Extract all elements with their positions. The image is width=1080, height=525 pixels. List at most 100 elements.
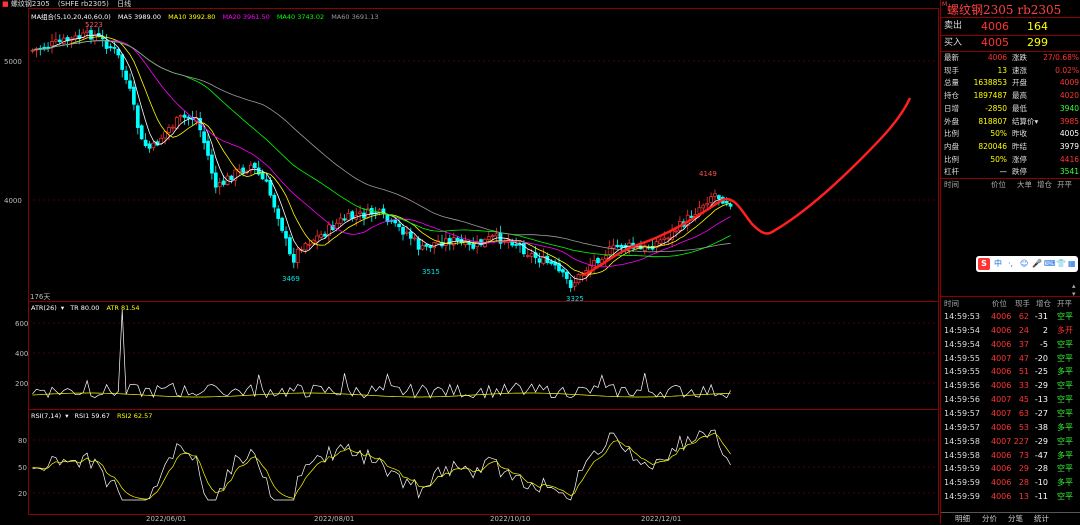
- ime-mic-icon[interactable]: 🎤: [1032, 256, 1042, 272]
- quote-panel: 螺纹钢2305 rb2305 M 卖出 4006 164 买入 4005 299…: [940, 0, 1080, 524]
- quote-stat-label: 总量: [944, 78, 959, 88]
- ts-time: 14:59:56: [944, 395, 980, 405]
- y-label-4000: 4000: [4, 197, 22, 205]
- ts-header-oi: 增仓: [1036, 299, 1051, 308]
- kline-chart-area[interactable]: 5000 4000 600 400 200 80 50 20 5223 3469…: [0, 0, 940, 524]
- ts-time: 14:59:57: [944, 422, 980, 432]
- ts-price: 4006: [991, 464, 1012, 474]
- ts-price: 4006: [991, 339, 1012, 349]
- days-label: 176天: [30, 293, 50, 301]
- ts-type: 空平: [1057, 395, 1073, 405]
- ts-oi-change: -28: [1034, 464, 1048, 474]
- scroll-up-icon[interactable]: ▴: [1072, 282, 1076, 290]
- time-sales-row: 14:59:58 4007 227 -29 空平: [941, 435, 1080, 449]
- dropdown-icon[interactable]: ▾: [65, 412, 68, 420]
- ts-time: 14:59:55: [944, 353, 980, 363]
- quote-stat-value: 4009: [1059, 78, 1079, 88]
- ts-time: 14:59:59: [944, 492, 980, 502]
- tab-statistics[interactable]: 统计: [1034, 513, 1049, 525]
- ts-type: 空平: [1057, 492, 1073, 502]
- ime-toolbar[interactable]: S 中 ·, ☺ 🎤 ⌨ 👕 ▦: [976, 256, 1078, 272]
- time-sales-list[interactable]: 14:59:53 4006 62 -31 空平 14:59:54 4006 24 2 多开 14:5…: [941, 310, 1080, 506]
- ts-time: 14:59:59: [944, 464, 980, 474]
- ts-type: 多平: [1057, 478, 1073, 488]
- quote-stat-value: 13: [997, 65, 1007, 75]
- quote-stat-value: —: [999, 167, 1008, 177]
- ime-punct-icon[interactable]: ·,: [1008, 256, 1013, 272]
- atr-lines: [32, 309, 731, 399]
- quote-stat-value: 820046: [978, 141, 1007, 151]
- ime-keyboard-icon[interactable]: ⌨: [1044, 256, 1056, 272]
- rsi-legend-item[interactable]: RSI(7,14): [31, 412, 61, 420]
- ts-type: 多开: [1057, 325, 1073, 335]
- ts-volume: 73: [1018, 450, 1029, 460]
- ts-price: 4006: [991, 450, 1012, 460]
- ime-mode[interactable]: 中: [994, 256, 1002, 272]
- ts-volume: 63: [1018, 408, 1029, 418]
- quote-stat-label: 速涨: [1012, 65, 1027, 75]
- quote-stat-row: 持仓 1897487 最高 4020: [941, 90, 1080, 102]
- ma-legend-item: MA5 3989.00: [117, 13, 162, 21]
- price-mark-high-right: 4149: [699, 170, 717, 178]
- ts-header-price: 价位: [992, 299, 1007, 308]
- ts-oi-change: -11: [1034, 492, 1048, 502]
- ts-price: 4007: [991, 395, 1012, 405]
- ts-volume: 53: [1018, 422, 1029, 432]
- ask-volume: 164: [1027, 20, 1048, 33]
- ts-header-time: 时间: [944, 299, 959, 308]
- quote-stat-value: 4006: [987, 53, 1007, 62]
- tick-header-bigorder: 大单: [1017, 180, 1032, 189]
- tab-by-tick[interactable]: 分笔: [1008, 513, 1023, 525]
- time-sales-row: 14:59:58 4006 73 -47 多平: [941, 449, 1080, 463]
- ts-type: 多平: [1057, 367, 1073, 377]
- atr-y-label-400: 400: [15, 350, 28, 358]
- ts-time: 14:59:58: [944, 436, 980, 446]
- atr-legend-item: ATR 81.54: [106, 304, 140, 312]
- x-date-4: 2022/12/01: [641, 515, 681, 523]
- ime-emoji-icon[interactable]: ☺: [1020, 256, 1028, 272]
- tick-header-oi: 增仓: [1037, 180, 1052, 189]
- chart-gridlines: [28, 60, 938, 494]
- tick-header-type: 开平: [1057, 180, 1072, 189]
- quote-stat-row: 最新 4006 涨跌 27/0.68%: [941, 52, 1080, 64]
- ts-volume: 29: [1018, 464, 1029, 474]
- ts-time: 14:59:54: [944, 325, 980, 335]
- menu-badge-icon[interactable]: M: [942, 1, 947, 8]
- ts-price: 4007: [991, 408, 1012, 418]
- quote-stat-row: 现手 13 速涨 0.02%: [941, 65, 1080, 77]
- scroll-down-icon[interactable]: ▾: [1072, 290, 1076, 298]
- ts-oi-change: -13: [1034, 395, 1048, 405]
- time-sales-row: 14:59:59 4006 29 -28 空平: [941, 462, 1080, 476]
- ime-menu-icon[interactable]: ▦: [1068, 256, 1076, 272]
- time-sales-row: 14:59:56 4007 45 -13 空平: [941, 393, 1080, 407]
- period-select[interactable]: 日线: [117, 0, 131, 8]
- ime-logo-icon[interactable]: S: [978, 258, 990, 270]
- ts-volume: 37: [1018, 339, 1029, 349]
- ma-legend-item: MA10 3992.80: [168, 13, 216, 21]
- quote-stat-label[interactable]: 结算价▾: [1012, 116, 1038, 128]
- quote-stat-label: 外盘: [944, 116, 959, 126]
- tab-by-price[interactable]: 分价: [982, 513, 997, 525]
- bid-volume: 299: [1027, 36, 1048, 49]
- price-mark-high-left: 5223: [85, 21, 103, 29]
- bid-row: 买入 4005 299: [941, 35, 1080, 51]
- ts-time: 14:59:54: [944, 339, 980, 349]
- time-sales-row: 14:59:54 4006 24 2 多开: [941, 324, 1080, 338]
- ts-time: 14:59:55: [944, 367, 980, 377]
- quote-stat-value: 0.02%: [1055, 65, 1079, 75]
- quote-stat-value: 818807: [978, 116, 1007, 126]
- contract-tab[interactable]: 螺纹钢2305: [11, 0, 50, 8]
- rsi-legend-item: RSI2 62.57: [116, 412, 153, 420]
- atr-legend-item: TR 80.00: [70, 304, 100, 312]
- atr-legend-item[interactable]: ATR(26): [31, 304, 57, 312]
- tab-detail[interactable]: 明细: [955, 513, 970, 525]
- ts-time: 14:59:57: [944, 408, 980, 418]
- ime-skin-icon[interactable]: 👕: [1056, 256, 1066, 272]
- ts-volume: 51: [1018, 367, 1029, 377]
- dropdown-icon[interactable]: ▾: [61, 304, 64, 312]
- tick-header-time: 时间: [944, 180, 959, 189]
- ma-legend-item[interactable]: MA组合(5,10,20,40,60,0): [31, 13, 111, 21]
- ts-type: 空平: [1057, 436, 1073, 446]
- quote-stat-value: 4020: [1059, 91, 1079, 101]
- time-sales-row: 14:59:56 4006 33 -29 空平: [941, 379, 1080, 393]
